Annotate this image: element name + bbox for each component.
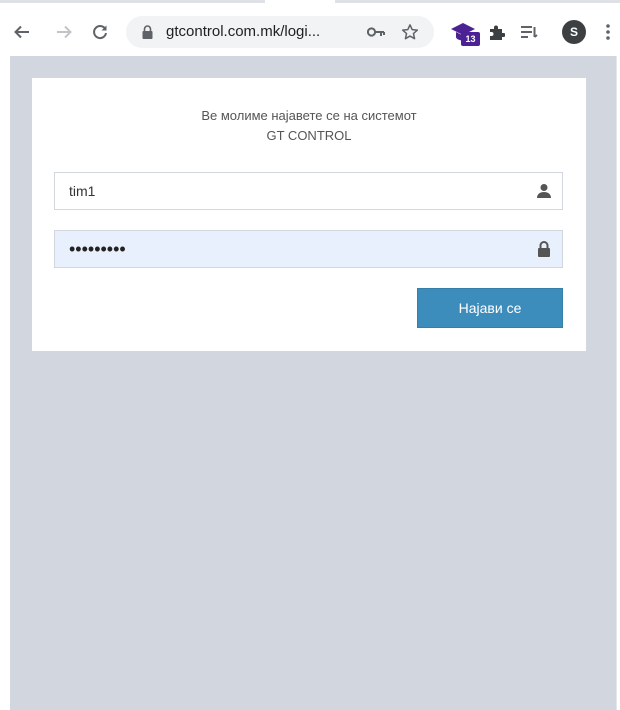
lock-icon[interactable] <box>140 16 154 48</box>
sign-in-button[interactable]: Најави се <box>417 288 563 328</box>
tab-strip-edge-left <box>0 0 265 3</box>
reload-icon[interactable] <box>86 8 114 56</box>
lock-icon <box>536 241 552 257</box>
extension-badge: 13 <box>461 32 480 46</box>
graduation-cap-extension-icon[interactable]: 13 <box>448 8 480 56</box>
page-background: Ве молиме најавете се на системот GT CON… <box>10 56 616 710</box>
password-input[interactable] <box>55 231 562 267</box>
page-right-border <box>616 56 617 710</box>
browser-toolbar: gtcontrol.com.mk/logi... 13 S <box>0 8 620 56</box>
reading-list-icon[interactable] <box>516 8 542 56</box>
address-bar[interactable]: gtcontrol.com.mk/logi... <box>126 16 434 48</box>
tab-strip <box>0 0 620 8</box>
menu-kebab-icon[interactable] <box>600 8 616 56</box>
username-field <box>54 172 563 210</box>
login-message-line1: Ве молиме најавете се на системот <box>201 108 417 123</box>
puzzle-extensions-icon[interactable] <box>484 8 510 56</box>
key-icon[interactable] <box>366 16 386 48</box>
url-text: gtcontrol.com.mk/logi... <box>166 23 321 40</box>
username-input[interactable] <box>55 173 562 209</box>
password-field <box>54 230 563 268</box>
tab-strip-edge-right <box>335 0 620 3</box>
login-box: Ве молиме најавете се на системот GT CON… <box>32 78 586 351</box>
login-message-line2: GT CONTROL <box>266 128 352 143</box>
back-icon[interactable] <box>8 8 36 56</box>
login-message: Ве молиме најавете се на системот GT CON… <box>32 106 586 146</box>
user-icon <box>536 183 552 199</box>
forward-icon[interactable] <box>50 8 78 56</box>
star-icon[interactable] <box>400 16 420 48</box>
profile-initial: S <box>562 20 586 44</box>
profile-avatar[interactable]: S <box>560 8 588 56</box>
